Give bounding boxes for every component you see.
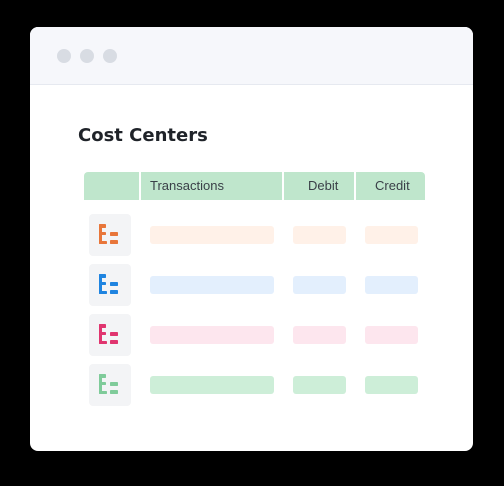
transactions-cell	[150, 276, 274, 294]
credit-cell	[365, 376, 418, 394]
row-icon-tile[interactable]	[89, 214, 131, 256]
app-window: Cost Centers Transactions Debit Credit	[30, 27, 473, 451]
transactions-cell	[150, 226, 274, 244]
credit-cell	[365, 326, 418, 344]
page-title: Cost Centers	[78, 125, 208, 146]
column-header-credit[interactable]: Credit	[356, 172, 425, 200]
row-icon-tile[interactable]	[89, 364, 131, 406]
hierarchy-icon	[99, 324, 118, 344]
credit-cell	[365, 226, 418, 244]
debit-cell	[293, 376, 346, 394]
transactions-cell	[150, 326, 274, 344]
row-icon-tile[interactable]	[89, 314, 131, 356]
row-icon-tile[interactable]	[89, 264, 131, 306]
window-minimize-dot[interactable]	[80, 49, 94, 63]
debit-cell	[293, 226, 346, 244]
transactions-cell	[150, 376, 274, 394]
credit-cell	[365, 276, 418, 294]
column-header-icon[interactable]	[84, 172, 139, 200]
window-close-dot[interactable]	[57, 49, 71, 63]
window-titlebar	[30, 27, 473, 85]
debit-cell	[293, 326, 346, 344]
debit-cell	[293, 276, 346, 294]
hierarchy-icon	[99, 274, 118, 294]
column-header-debit[interactable]: Debit	[284, 172, 354, 200]
window-maximize-dot[interactable]	[103, 49, 117, 63]
hierarchy-icon	[99, 374, 118, 394]
column-header-transactions[interactable]: Transactions	[141, 172, 282, 200]
hierarchy-icon	[99, 224, 118, 244]
